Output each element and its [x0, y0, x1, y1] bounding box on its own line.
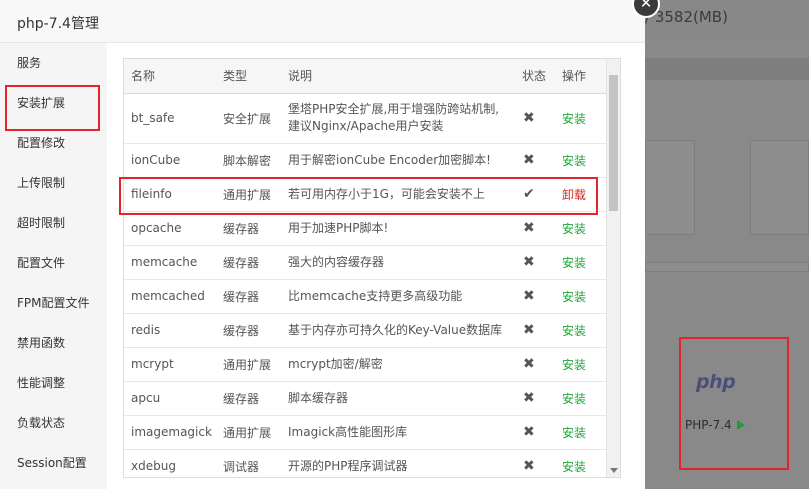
install-link[interactable]: 安装 — [555, 449, 606, 477]
ext-name: imagemagick — [124, 415, 216, 450]
column-header-desc: 说明 — [281, 59, 515, 94]
column-header-type: 类型 — [216, 59, 281, 94]
sidebar-active-highlight — [5, 85, 100, 131]
ext-desc: 比memcache支持更多高级功能 — [281, 279, 515, 314]
ext-name: bt_safe — [124, 93, 216, 144]
background-divider — [645, 262, 809, 272]
sidebar-item-session[interactable]: Session配置 — [0, 443, 107, 483]
not-installed-icon: ✖ — [515, 211, 555, 246]
sidebar-item-fpm-config[interactable]: FPM配置文件 — [0, 283, 107, 323]
table-row: mcrypt 通用扩展 mcrypt加密/解密 ✖ 安装 — [124, 347, 606, 382]
ext-type: 通用扩展 — [216, 347, 281, 382]
ext-desc: 基于内存亦可持久化的Key-Value数据库 — [281, 313, 515, 348]
install-link[interactable]: 安装 — [555, 93, 606, 144]
ext-name: ionCube — [124, 143, 216, 178]
install-link[interactable]: 安装 — [555, 381, 606, 416]
sidebar-item-service[interactable]: 服务 — [0, 43, 107, 83]
ext-type: 脚本解密 — [216, 143, 281, 178]
table-scrollbar[interactable] — [606, 59, 620, 477]
extensions-table: 名称 类型 说明 状态 操作 bt_safe 安全扩展 堡塔PHP安全扩展,用于… — [124, 59, 606, 477]
ext-desc: 开源的PHP程序调试器 — [281, 449, 515, 477]
not-installed-icon: ✖ — [515, 449, 555, 477]
not-installed-icon: ✖ — [515, 279, 555, 314]
ext-name: mcrypt — [124, 347, 216, 382]
not-installed-icon: ✖ — [515, 245, 555, 280]
php-app-card-label[interactable]: PHP-7.4 — [685, 418, 745, 432]
extensions-table-container: 名称 类型 说明 状态 操作 bt_safe 安全扩展 堡塔PHP安全扩展,用于… — [123, 58, 621, 478]
fileinfo-row-highlight — [119, 177, 598, 215]
ext-type: 调试器 — [216, 449, 281, 477]
table-row: ionCube 脚本解密 用于解密ionCube Encoder加密脚本! ✖ … — [124, 143, 606, 178]
ext-desc: mcrypt加密/解密 — [281, 347, 515, 382]
ext-name: xdebug — [124, 449, 216, 477]
ext-name: memcache — [124, 245, 216, 280]
background-card — [750, 140, 809, 235]
ext-desc: Imagick高性能图形库 — [281, 415, 515, 450]
not-installed-icon: ✖ — [515, 143, 555, 178]
install-link[interactable]: 安装 — [555, 143, 606, 178]
background-panel-bar — [645, 58, 809, 80]
ext-name: redis — [124, 313, 216, 348]
ext-type: 缓存器 — [216, 245, 281, 280]
table-row: bt_safe 安全扩展 堡塔PHP安全扩展,用于增强防跨站机制,建议Nginx… — [124, 93, 606, 144]
install-link[interactable]: 安装 — [555, 279, 606, 314]
install-link[interactable]: 安装 — [555, 347, 606, 382]
ext-desc: 用于加速PHP脚本! — [281, 211, 515, 246]
ext-name: apcu — [124, 381, 216, 416]
scrollbar-thumb[interactable] — [609, 75, 618, 211]
sidebar-item-load-status[interactable]: 负载状态 — [0, 403, 107, 443]
ext-type: 缓存器 — [216, 211, 281, 246]
php-app-card-highlight[interactable] — [679, 337, 789, 470]
not-installed-icon: ✖ — [515, 381, 555, 416]
dialog-title: php-7.4管理 — [17, 16, 99, 32]
install-link[interactable]: 安装 — [555, 415, 606, 450]
ext-desc: 堡塔PHP安全扩展,用于增强防跨站机制,建议Nginx/Apache用户安装 — [281, 93, 515, 144]
ext-desc: 脚本缓存器 — [281, 381, 515, 416]
ext-type: 安全扩展 — [216, 93, 281, 144]
ext-name: opcache — [124, 211, 216, 246]
sidebar-item-config-file[interactable]: 配置文件 — [0, 243, 107, 283]
ext-name: memcached — [124, 279, 216, 314]
php-manage-dialog: php-7.4管理 服务 安装扩展 配置修改 上传限制 超时限制 配置文件 FP… — [0, 0, 645, 489]
sidebar-item-disabled-funcs[interactable]: 禁用函数 — [0, 323, 107, 363]
sidebar-item-upload-limit[interactable]: 上传限制 — [0, 163, 107, 203]
not-installed-icon: ✖ — [515, 93, 555, 144]
table-row: memcached 缓存器 比memcache支持更多高级功能 ✖ 安装 — [124, 279, 606, 314]
ext-type: 缓存器 — [216, 313, 281, 348]
php-logo-icon: php — [696, 371, 736, 393]
install-link[interactable]: 安装 — [555, 211, 606, 246]
table-header-row: 名称 类型 说明 状态 操作 — [124, 59, 606, 94]
column-header-name: 名称 — [124, 59, 216, 94]
dialog-header: php-7.4管理 — [0, 0, 645, 43]
install-link[interactable]: 安装 — [555, 245, 606, 280]
table-row: opcache 缓存器 用于加速PHP脚本! ✖ 安装 — [124, 211, 606, 246]
not-installed-icon: ✖ — [515, 313, 555, 348]
table-row: xdebug 调试器 开源的PHP程序调试器 ✖ 安装 — [124, 449, 606, 477]
ext-type: 缓存器 — [216, 279, 281, 314]
sidebar-item-performance[interactable]: 性能调整 — [0, 363, 107, 403]
background-card — [645, 140, 695, 235]
scroll-down-arrow-icon[interactable] — [610, 468, 618, 473]
ext-type: 通用扩展 — [216, 415, 281, 450]
table-row: imagemagick 通用扩展 Imagick高性能图形库 ✖ 安装 — [124, 415, 606, 450]
column-header-action: 操作 — [555, 59, 606, 94]
table-row: apcu 缓存器 脚本缓存器 ✖ 安装 — [124, 381, 606, 416]
sidebar-item-timeout-limit[interactable]: 超时限制 — [0, 203, 107, 243]
ext-desc: 用于解密ionCube Encoder加密脚本! — [281, 143, 515, 178]
install-link[interactable]: 安装 — [555, 313, 606, 348]
ext-desc: 强大的内容缓存器 — [281, 245, 515, 280]
play-arrow-icon[interactable] — [736, 420, 745, 430]
table-row: redis 缓存器 基于内存亦可持久化的Key-Value数据库 ✖ 安装 — [124, 313, 606, 348]
table-row: memcache 缓存器 强大的内容缓存器 ✖ 安装 — [124, 245, 606, 280]
not-installed-icon: ✖ — [515, 347, 555, 382]
not-installed-icon: ✖ — [515, 415, 555, 450]
column-header-status: 状态 — [515, 59, 555, 94]
ext-type: 缓存器 — [216, 381, 281, 416]
